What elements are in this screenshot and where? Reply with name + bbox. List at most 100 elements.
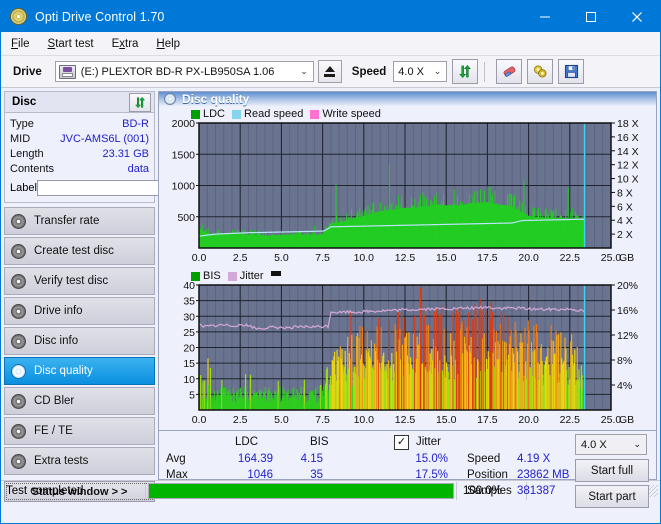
minimize-button[interactable]: [522, 1, 568, 32]
svg-text:16%: 16%: [617, 305, 638, 317]
speed-select[interactable]: 4.0 X ⌄: [393, 61, 448, 82]
disc-row-contents: Contents data: [10, 161, 149, 176]
svg-text:1000: 1000: [172, 181, 196, 193]
position-stat-label: Position: [467, 469, 508, 481]
svg-text:20.0: 20.0: [518, 414, 539, 426]
svg-text:500: 500: [177, 212, 195, 224]
jitter-label: Jitter: [416, 436, 441, 448]
disc-icon: [164, 93, 176, 105]
tools-icon: [534, 65, 547, 78]
samples-stat-value: 381387: [517, 485, 556, 497]
svg-text:22.5: 22.5: [560, 252, 581, 264]
svg-text:0.0: 0.0: [192, 414, 207, 426]
svg-text:22.5: 22.5: [560, 414, 581, 426]
drive-select-value: (E:) PLEXTOR BD-R PX-LB950SA 1.06: [80, 65, 275, 78]
legend-item-read-speed: Read speed: [232, 108, 303, 120]
drive-toolbar: Drive (E:) PLEXTOR BD-R PX-LB950SA 1.06 …: [1, 56, 660, 88]
menu-help[interactable]: Help: [156, 38, 180, 50]
stats-max-ldc: 1046: [247, 469, 273, 481]
stats-col-bis: BIS: [310, 436, 329, 448]
disc-info-panel: Disc Type BD-R MID JVC-AMS6L (001) Lengt…: [4, 91, 239, 203]
main-panel-area: Disc quality LDC Read speed Write speed …: [158, 88, 660, 508]
legend-swatch-icon: [227, 271, 237, 281]
bis-chart-svg: 5101520253035404%8%12%16%20%0.0 2.5 5.0 7.5…: [183, 280, 638, 426]
start-full-button[interactable]: Start full: [575, 459, 649, 482]
progress-fill: [149, 484, 453, 498]
speed-stat-label: Speed: [467, 453, 501, 465]
sidebar-item-disc-quality[interactable]: Disc quality: [4, 357, 155, 385]
start-part-button[interactable]: Start part: [575, 485, 649, 508]
stats-avg-bis: 4.15: [300, 453, 323, 465]
disc-row-length: Length 23.31 GB: [10, 146, 149, 161]
menu-start-test[interactable]: Start test: [48, 38, 94, 50]
save-button[interactable]: [558, 59, 585, 84]
erase-button[interactable]: [496, 59, 523, 84]
tools-button[interactable]: [527, 59, 554, 84]
sidebar-item-disc-info[interactable]: Disc info: [4, 327, 155, 355]
chevron-down-icon: ⌄: [433, 66, 442, 76]
svg-text:5.0: 5.0: [274, 252, 289, 264]
ldc-chart-svg: 5001000150020002 X4 X6 X8 X10 X12 X14 X1…: [172, 118, 639, 264]
svg-text:17.5: 17.5: [477, 252, 498, 264]
disc-icon: [11, 453, 26, 469]
sidebar-item-label: Transfer rate: [34, 215, 100, 227]
svg-text:12.5: 12.5: [395, 252, 416, 264]
legend-item-jitter: Jitter: [227, 270, 264, 282]
disc-row-mid-key: MID: [10, 132, 31, 145]
refresh-button[interactable]: [452, 59, 479, 84]
legend-swatch-icon: [270, 270, 281, 276]
legend-label: LDC: [203, 108, 226, 120]
svg-text:4 X: 4 X: [617, 215, 633, 227]
menu-extra[interactable]: Extra: [112, 38, 139, 50]
disc-icon: [11, 213, 26, 229]
sidebar-item-fe-te[interactable]: FE / TE: [4, 417, 155, 445]
svg-text:10: 10: [183, 374, 195, 386]
disc-rows: Type BD-R MID JVC-AMS6L (001) Length 23.…: [5, 113, 239, 202]
jitter-checkbox[interactable]: ✓: [394, 435, 409, 450]
sidebar-item-extra-tests[interactable]: Extra tests: [4, 447, 155, 475]
drive-select[interactable]: (E:) PLEXTOR BD-R PX-LB950SA 1.06 ⌄: [54, 61, 314, 82]
svg-text:20.0: 20.0: [518, 252, 539, 264]
disc-icon: [11, 363, 26, 379]
svg-text:6 X: 6 X: [617, 201, 633, 213]
svg-text:16 X: 16 X: [617, 132, 639, 144]
svg-text:2 X: 2 X: [617, 229, 633, 241]
sidebar-item-create-test-disc[interactable]: Create test disc: [4, 237, 155, 265]
menu-file[interactable]: File: [11, 38, 30, 50]
svg-text:GB: GB: [619, 252, 634, 264]
disc-refresh-button[interactable]: [129, 92, 151, 112]
svg-text:GB: GB: [619, 414, 634, 426]
disc-icon: [11, 303, 26, 319]
svg-text:0.0: 0.0: [192, 252, 207, 264]
disc-icon: [11, 393, 26, 409]
svg-text:35: 35: [183, 296, 195, 308]
eject-button[interactable]: [317, 60, 342, 83]
sidebar-item-cd-bler[interactable]: CD Bler: [4, 387, 155, 415]
status-message: Test completed: [1, 482, 146, 500]
progress-bar: [148, 483, 454, 499]
svg-text:17.5: 17.5: [477, 414, 498, 426]
toolbar-separator: [484, 61, 486, 82]
sidebar-item-transfer-rate[interactable]: Transfer rate: [4, 207, 155, 235]
svg-text:5.0: 5.0: [274, 414, 289, 426]
stats-row-max-key: Max: [166, 469, 188, 481]
window-title: Opti Drive Control 1.70: [35, 9, 165, 24]
sidebar-item-label: Extra tests: [34, 455, 89, 467]
result-speed-value: 4.0 X: [581, 438, 607, 451]
result-speed-select[interactable]: 4.0 X ⌄: [575, 434, 647, 455]
sidebar-item-label: FE / TE: [34, 425, 73, 437]
legend-swatch-icon: [191, 109, 200, 119]
sidebar-item-verify-test-disc[interactable]: Verify test disc: [4, 267, 155, 295]
window-controls: [522, 1, 660, 32]
menu-help-rest: elp: [164, 37, 181, 50]
svg-text:8%: 8%: [617, 355, 632, 367]
sidebar-item-label: Create test disc: [34, 245, 114, 257]
chevron-down-icon: ⌄: [300, 66, 308, 76]
speed-stat-value: 4.19 X: [517, 453, 551, 465]
menu-extra-rest: tra: [125, 37, 139, 50]
sidebar-item-label: CD Bler: [34, 395, 75, 407]
maximize-button[interactable]: [568, 1, 614, 32]
close-button[interactable]: [614, 1, 660, 32]
chevron-down-icon: ⌄: [633, 439, 641, 449]
sidebar-item-drive-info[interactable]: Drive info: [4, 297, 155, 325]
